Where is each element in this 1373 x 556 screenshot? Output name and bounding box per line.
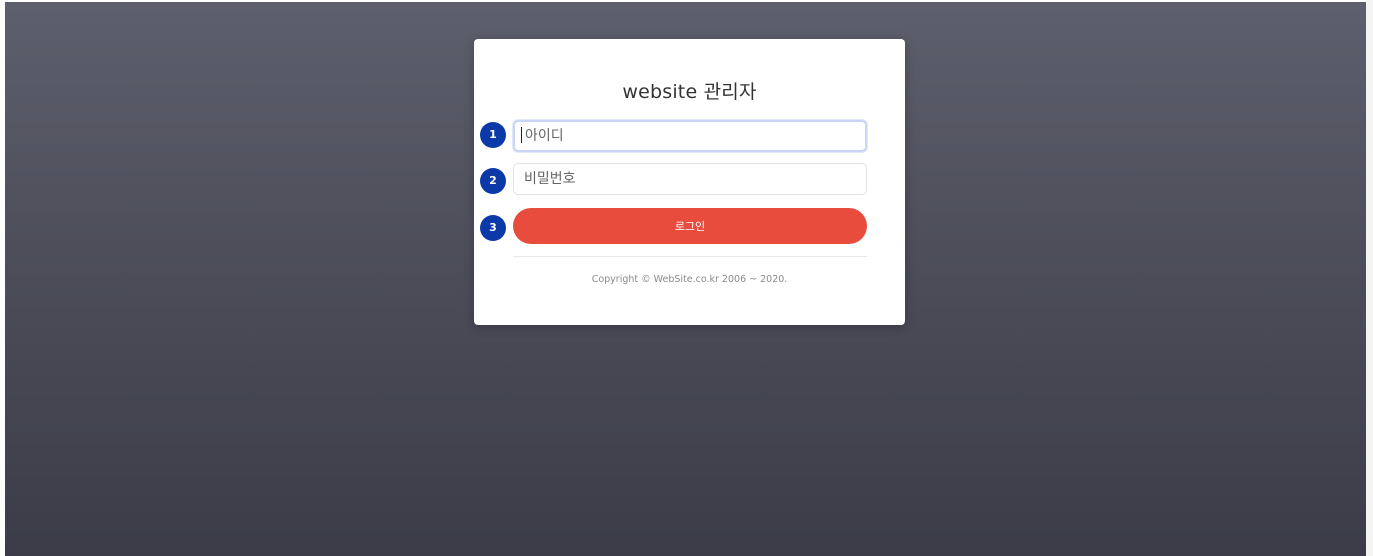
text-cursor bbox=[521, 127, 522, 143]
annotation-badge-3: 3 bbox=[480, 215, 506, 241]
id-input[interactable] bbox=[513, 120, 867, 152]
login-button[interactable]: 로그인 bbox=[513, 208, 867, 244]
annotation-badge-2: 2 bbox=[480, 168, 506, 194]
annotation-badge-1: 1 bbox=[480, 122, 506, 148]
password-input[interactable] bbox=[513, 163, 867, 195]
window-edge bbox=[1366, 0, 1373, 556]
login-card: website 관리자 로그인 Copyright © WebSite.co.k… bbox=[474, 39, 905, 325]
login-title: website 관리자 bbox=[622, 81, 757, 103]
divider bbox=[513, 256, 867, 257]
copyright-text: Copyright © WebSite.co.kr 2006 ~ 2020. bbox=[591, 274, 788, 285]
